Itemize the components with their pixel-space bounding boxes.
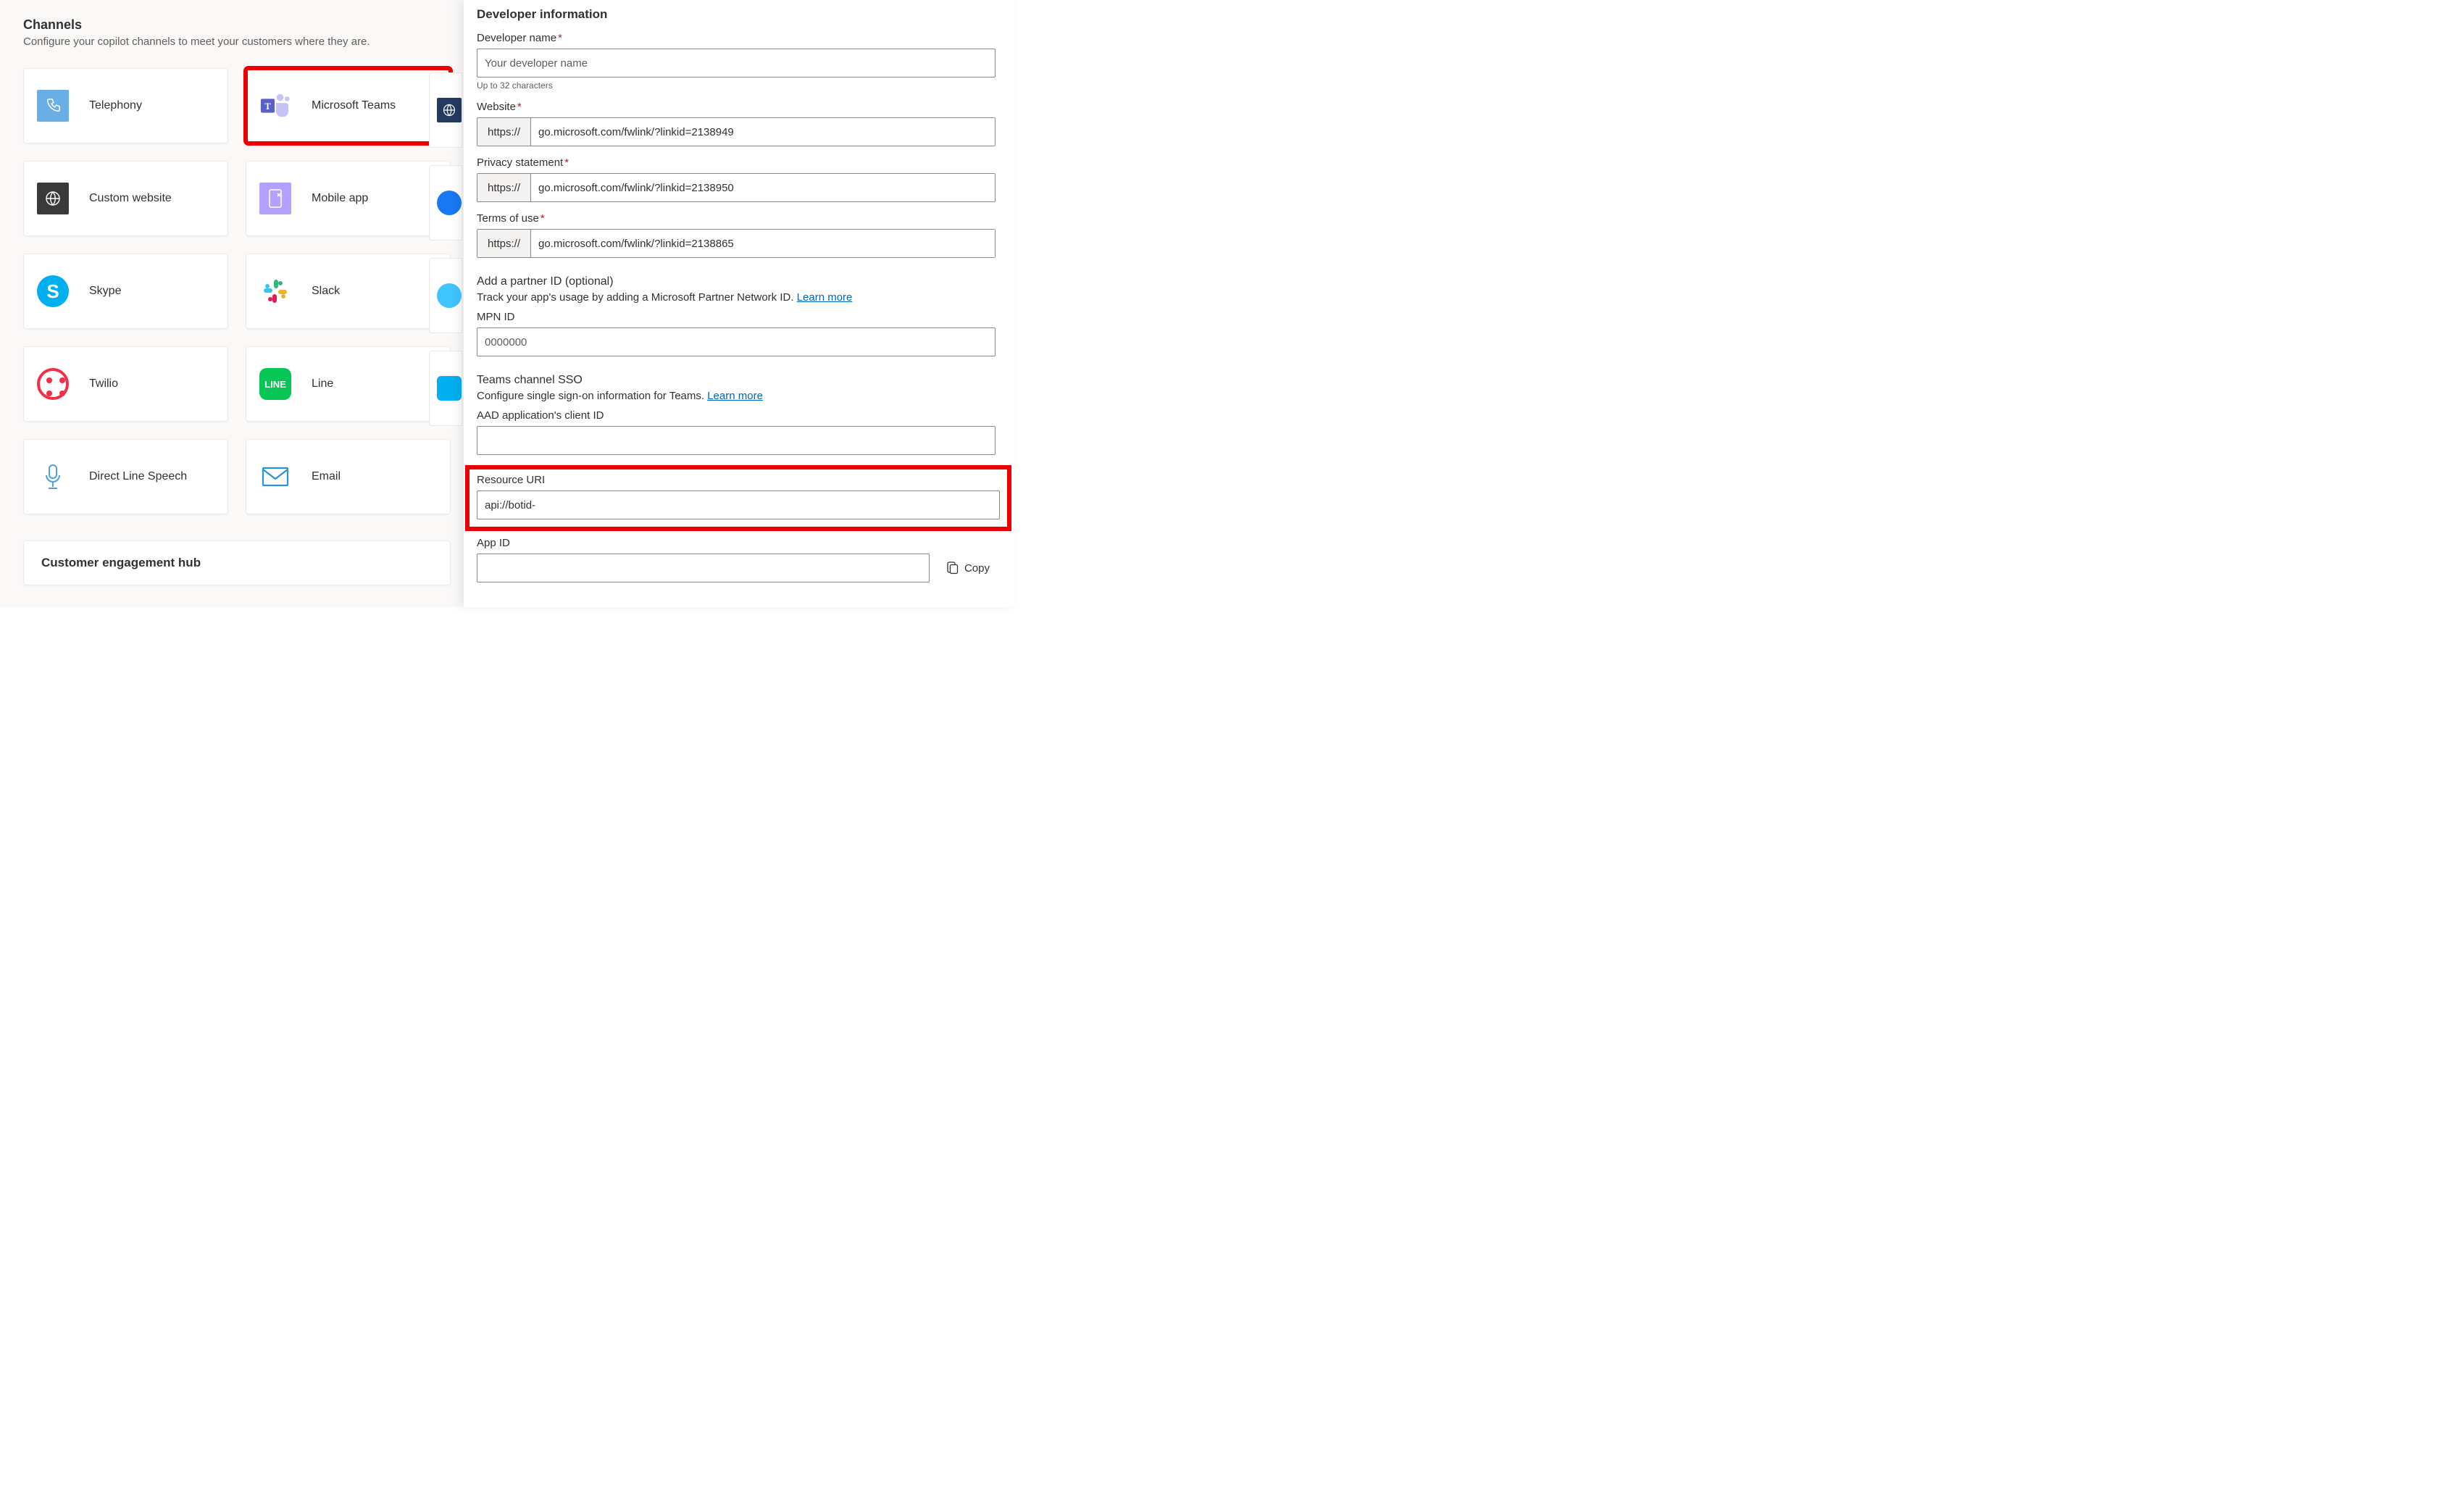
email-icon xyxy=(259,461,291,493)
terms-label: Terms of use* xyxy=(477,212,996,225)
teams-icon: T xyxy=(259,90,291,122)
resource-uri-highlight: Resource URI xyxy=(465,465,1011,531)
developer-info-heading: Developer information xyxy=(477,7,996,22)
channel-label: Email xyxy=(312,470,341,483)
dev-name-hint: Up to 32 characters xyxy=(477,80,996,91)
channel-label: Line xyxy=(312,377,333,390)
resource-uri-input[interactable] xyxy=(477,490,1000,519)
channel-label: Direct Line Speech xyxy=(89,470,187,483)
mpn-input[interactable] xyxy=(477,327,996,356)
channels-heading: Channels xyxy=(23,17,451,33)
channel-label: Telephony xyxy=(89,99,142,112)
privacy-input[interactable] xyxy=(531,174,995,201)
partner-heading: Add a partner ID (optional) xyxy=(477,275,996,288)
globe-icon xyxy=(37,183,69,214)
app-id-input[interactable] xyxy=(477,554,930,582)
groupme-icon xyxy=(437,376,462,401)
sso-heading: Teams channel SSO xyxy=(477,374,996,387)
dev-name-input[interactable] xyxy=(477,49,996,78)
telephony-icon xyxy=(37,90,69,122)
channel-card-partial[interactable] xyxy=(429,72,462,148)
copy-button[interactable]: Copy xyxy=(941,557,996,579)
privacy-label: Privacy statement* xyxy=(477,156,996,169)
partner-desc: Track your app's usage by adding a Micro… xyxy=(477,291,996,304)
channel-label: Twilio xyxy=(89,377,118,390)
channel-card-partial[interactable] xyxy=(429,258,462,333)
hub-title: Customer engagement hub xyxy=(41,556,201,569)
line-icon: LINE xyxy=(259,368,291,400)
mobile-icon xyxy=(259,183,291,214)
channel-label: Skype xyxy=(89,285,121,298)
skype-icon: S xyxy=(37,275,69,307)
aad-client-id-label: AAD application's client ID xyxy=(477,409,996,422)
channel-card-partial[interactable] xyxy=(429,351,462,426)
dev-name-label: Developer name* xyxy=(477,32,996,44)
telegram-icon xyxy=(437,283,462,308)
channel-card-partial[interactable] xyxy=(429,165,462,241)
channel-label: Slack xyxy=(312,285,340,298)
url-prefix: https:// xyxy=(477,118,531,146)
channel-label: Custom website xyxy=(89,192,172,205)
terms-input[interactable] xyxy=(531,230,995,257)
website-input[interactable] xyxy=(531,118,995,146)
svg-text:T: T xyxy=(264,101,271,112)
facebook-icon xyxy=(437,191,462,215)
url-prefix: https:// xyxy=(477,230,531,257)
aad-client-id-input[interactable] xyxy=(477,426,996,455)
app-id-label: App ID xyxy=(477,537,996,549)
globe-icon xyxy=(437,98,462,122)
channel-card-custom-website[interactable]: Custom website xyxy=(23,161,228,236)
sso-desc: Configure single sign-on information for… xyxy=(477,390,996,402)
url-prefix: https:// xyxy=(477,174,531,201)
customer-engagement-hub-card[interactable]: Customer engagement hub xyxy=(23,540,451,585)
partner-learn-more-link[interactable]: Learn more xyxy=(797,291,853,304)
channel-card-mobile-app[interactable]: Mobile app xyxy=(246,161,451,236)
channel-card-teams[interactable]: T Microsoft Teams xyxy=(246,68,451,143)
channel-card-skype[interactable]: S Skype xyxy=(23,254,228,329)
copy-icon xyxy=(947,561,959,575)
channel-label: Microsoft Teams xyxy=(312,99,396,112)
channel-card-direct-line-speech[interactable]: Direct Line Speech xyxy=(23,439,228,514)
channel-card-slack[interactable]: Slack xyxy=(246,254,451,329)
sso-learn-more-link[interactable]: Learn more xyxy=(707,390,763,402)
channel-card-telephony[interactable]: Telephony xyxy=(23,68,228,143)
channel-card-line[interactable]: LINE Line xyxy=(246,346,451,422)
resource-uri-label: Resource URI xyxy=(477,474,1000,486)
channel-card-twilio[interactable]: Twilio xyxy=(23,346,228,422)
website-label: Website* xyxy=(477,101,996,113)
channel-card-email[interactable]: Email xyxy=(246,439,451,514)
twilio-icon xyxy=(37,368,69,400)
mic-icon xyxy=(37,461,69,493)
mpn-label: MPN ID xyxy=(477,311,996,323)
channel-label: Mobile app xyxy=(312,192,368,205)
slack-icon xyxy=(259,275,291,307)
channels-subtitle: Configure your copilot channels to meet … xyxy=(23,35,451,48)
